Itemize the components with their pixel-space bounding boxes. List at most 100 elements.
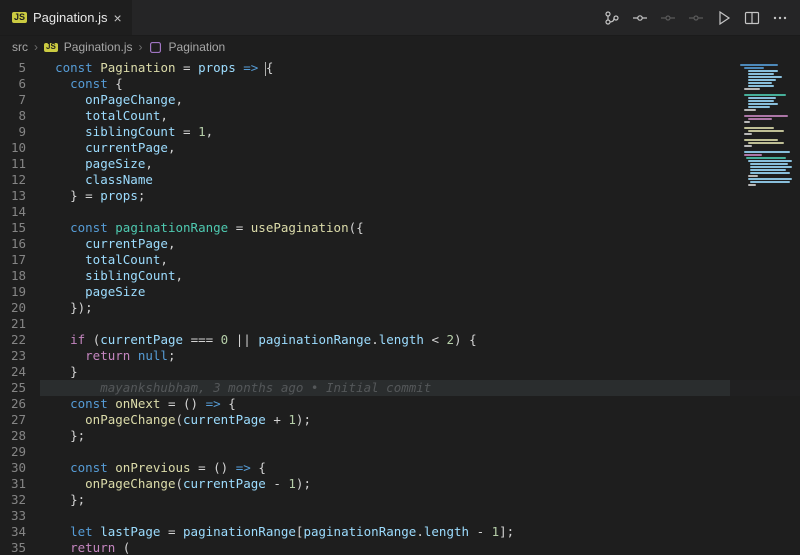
breadcrumb-file[interactable]: Pagination.js	[64, 40, 133, 54]
line-number: 19	[0, 284, 40, 300]
minimap-line	[744, 154, 762, 156]
line-number: 26	[0, 396, 40, 412]
minimap-line	[744, 151, 790, 153]
code-line[interactable]: currentPage,	[40, 140, 800, 156]
line-number: 8	[0, 108, 40, 124]
code-line[interactable]: siblingCount,	[40, 268, 800, 284]
code-line[interactable]: return null;	[40, 348, 800, 364]
minimap-line	[750, 166, 792, 168]
line-number: 18	[0, 268, 40, 284]
code-line[interactable]: siblingCount = 1,	[40, 124, 800, 140]
minimap-line	[748, 106, 770, 108]
code-line[interactable]: });	[40, 300, 800, 316]
more-actions-icon[interactable]	[772, 10, 788, 26]
code-line[interactable]: onPageChange(currentPage - 1);	[40, 476, 800, 492]
breadcrumb[interactable]: src › JS Pagination.js › Pagination	[0, 36, 800, 58]
line-number: 17	[0, 252, 40, 268]
minimap-line	[748, 178, 792, 180]
editor-tabs: JS Pagination.js ×	[0, 0, 133, 35]
code-line[interactable]: const Pagination = props => {	[40, 60, 800, 76]
minimap-line	[748, 142, 784, 144]
js-file-icon: JS	[44, 43, 58, 52]
code-line[interactable]: return (	[40, 540, 800, 555]
code-line[interactable]	[40, 204, 800, 220]
js-file-icon: JS	[12, 12, 27, 23]
line-number: 24	[0, 364, 40, 380]
line-numbers-gutter: 5678910111213141516171819202122232425262…	[0, 58, 40, 555]
code-line[interactable]	[40, 508, 800, 524]
minimap-line	[750, 181, 790, 183]
commit-nav-prev-icon[interactable]	[660, 10, 676, 26]
line-number: 16	[0, 236, 40, 252]
code-line[interactable]: }	[40, 364, 800, 380]
minimap-line	[748, 97, 776, 99]
code-line[interactable]: let lastPage = paginationRange[paginatio…	[40, 524, 800, 540]
line-number: 10	[0, 140, 40, 156]
chevron-right-icon: ›	[34, 40, 38, 54]
line-number: 30	[0, 460, 40, 476]
breadcrumb-symbol[interactable]: Pagination	[169, 40, 226, 54]
line-number: 5	[0, 60, 40, 76]
code-line[interactable]: className	[40, 172, 800, 188]
minimap-line	[748, 103, 778, 105]
code-line[interactable]: const {	[40, 76, 800, 92]
code-line[interactable]: pageSize,	[40, 156, 800, 172]
minimap-line	[748, 76, 782, 78]
code-line[interactable]	[40, 444, 800, 460]
run-icon[interactable]	[716, 10, 732, 26]
commit-nav-current-icon[interactable]	[632, 10, 648, 26]
code-line[interactable]: const onNext = () => {	[40, 396, 800, 412]
code-line[interactable]: const paginationRange = usePagination({	[40, 220, 800, 236]
code-line[interactable]: if (currentPage === 0 || paginationRange…	[40, 332, 800, 348]
line-number: 27	[0, 412, 40, 428]
breadcrumb-folder[interactable]: src	[12, 40, 28, 54]
line-number: 28	[0, 428, 40, 444]
line-number: 25	[0, 380, 40, 396]
minimap-line	[744, 133, 752, 135]
minimap-line	[748, 82, 772, 84]
line-number: 22	[0, 332, 40, 348]
code-line[interactable]: currentPage,	[40, 236, 800, 252]
minimap-line	[744, 109, 756, 111]
code-line[interactable]: };	[40, 428, 800, 444]
line-number: 33	[0, 508, 40, 524]
code-line[interactable]: pageSize	[40, 284, 800, 300]
editor[interactable]: 5678910111213141516171819202122232425262…	[0, 58, 800, 555]
tab-pagination-js[interactable]: JS Pagination.js ×	[0, 0, 133, 35]
minimap-line	[740, 64, 778, 66]
code-line[interactable]	[40, 316, 800, 332]
minimap[interactable]	[730, 58, 800, 555]
minimap-line	[744, 115, 788, 117]
minimap-line	[744, 139, 778, 141]
line-number: 9	[0, 124, 40, 140]
minimap-line	[744, 88, 760, 90]
line-number: 7	[0, 92, 40, 108]
minimap-line	[746, 157, 786, 159]
line-number: 15	[0, 220, 40, 236]
commit-nav-next-icon[interactable]	[688, 10, 704, 26]
code-line[interactable]: totalCount,	[40, 252, 800, 268]
code-line[interactable]: totalCount,	[40, 108, 800, 124]
code-line[interactable]: onPageChange(currentPage + 1);	[40, 412, 800, 428]
code-area[interactable]: const Pagination = props => { const { on…	[40, 58, 800, 555]
code-line[interactable]: onPageChange,	[40, 92, 800, 108]
line-number: 35	[0, 540, 40, 555]
split-editor-icon[interactable]	[744, 10, 760, 26]
source-control-icon[interactable]	[604, 10, 620, 26]
tab-label: Pagination.js	[33, 10, 107, 25]
minimap-line	[744, 121, 750, 123]
minimap-line	[750, 169, 786, 171]
minimap-line	[748, 100, 774, 102]
minimap-line	[748, 79, 776, 81]
chevron-right-icon: ›	[139, 40, 143, 54]
line-number: 31	[0, 476, 40, 492]
line-number: 32	[0, 492, 40, 508]
code-line[interactable]: };	[40, 492, 800, 508]
minimap-line	[744, 127, 774, 129]
code-line[interactable]: mayankshubham, 3 months ago • Initial co…	[40, 380, 800, 396]
symbol-function-icon	[149, 40, 163, 54]
minimap-line	[750, 163, 788, 165]
close-icon[interactable]: ×	[113, 11, 121, 25]
code-line[interactable]: } = props;	[40, 188, 800, 204]
code-line[interactable]: const onPrevious = () => {	[40, 460, 800, 476]
